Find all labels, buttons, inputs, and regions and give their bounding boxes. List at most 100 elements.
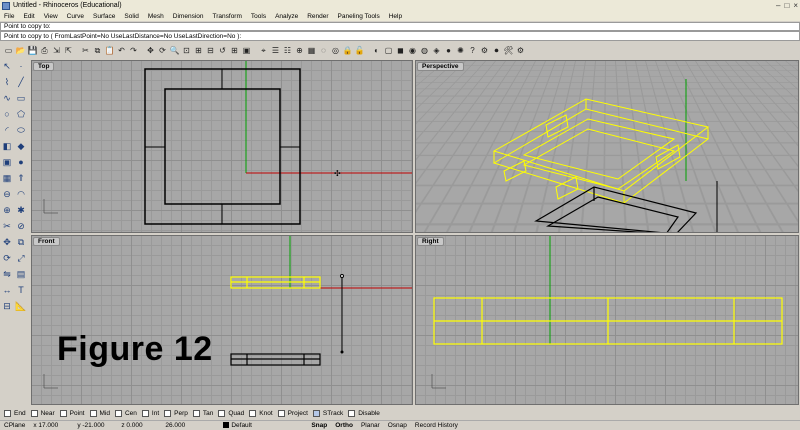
explode-icon[interactable]: ✱: [15, 204, 27, 216]
osnap-strack[interactable]: STrack: [313, 410, 343, 417]
set-view-icon[interactable]: ▣: [241, 45, 252, 56]
render-icon[interactable]: ◐: [371, 45, 382, 56]
osnap-quad[interactable]: Quad: [218, 410, 244, 417]
fillet-icon[interactable]: ◠: [15, 188, 27, 200]
viewport-top[interactable]: Top ✣: [31, 60, 413, 233]
import-icon[interactable]: ⇲: [51, 45, 62, 56]
osnap-cen[interactable]: Cen: [115, 410, 137, 417]
viewport-title-perspective[interactable]: Perspective: [417, 62, 464, 71]
sphere-icon[interactable]: ●: [15, 156, 27, 168]
osnap-toggle[interactable]: Osnap: [384, 422, 411, 429]
osnap-checkbox[interactable]: [90, 410, 97, 417]
redo-icon[interactable]: ↷: [128, 45, 139, 56]
viewport-title-front[interactable]: Front: [33, 237, 60, 246]
split-icon[interactable]: ⊘: [15, 220, 27, 232]
osnap-checkbox[interactable]: [60, 410, 67, 417]
osnap-checkbox[interactable]: [115, 410, 122, 417]
shaded-icon[interactable]: ◼: [395, 45, 406, 56]
command-prompt[interactable]: Point to copy to ( FromLastPoint=No UseL…: [0, 31, 800, 41]
mesh-icon[interactable]: ▦: [1, 172, 13, 184]
viewport-title-right[interactable]: Right: [417, 237, 444, 246]
osnap-checkbox[interactable]: [4, 410, 11, 417]
tools-icon[interactable]: 🛠: [503, 45, 514, 56]
gear-icon[interactable]: ⚙: [515, 45, 526, 56]
osnap-int[interactable]: Int: [142, 410, 159, 417]
options-icon[interactable]: ⚙: [479, 45, 490, 56]
pan-icon[interactable]: ✥: [145, 45, 156, 56]
viewport-perspective[interactable]: Perspective: [415, 60, 799, 233]
osnap-checkbox[interactable]: [164, 410, 171, 417]
menu-curve[interactable]: Curve: [67, 13, 84, 20]
menu-surface[interactable]: Surface: [93, 13, 115, 20]
lock-icon[interactable]: 🔒: [342, 45, 353, 56]
ellipse-icon[interactable]: ⬭: [15, 124, 27, 136]
print-icon[interactable]: ⎙: [39, 45, 50, 56]
circle-icon[interactable]: ○: [1, 108, 13, 120]
osnap-checkbox[interactable]: [249, 410, 256, 417]
osnap-checkbox[interactable]: [348, 410, 355, 417]
osnap-checkbox[interactable]: [313, 410, 320, 417]
rotate-view-icon[interactable]: ⟳: [157, 45, 168, 56]
box-icon[interactable]: ▣: [1, 156, 13, 168]
object-snap-icon[interactable]: ⊕: [294, 45, 305, 56]
menu-file[interactable]: File: [4, 13, 14, 20]
cut-icon[interactable]: ✂: [80, 45, 91, 56]
paste-icon[interactable]: 📋: [104, 45, 115, 56]
osnap-knot[interactable]: Knot: [249, 410, 272, 417]
viewport-front[interactable]: Front: [31, 235, 413, 405]
layer-icon[interactable]: ☰: [270, 45, 281, 56]
osnap-disable[interactable]: Disable: [348, 410, 380, 417]
material-icon[interactable]: ●: [443, 45, 454, 56]
menu-transform[interactable]: Transform: [213, 13, 242, 20]
wireframe-icon[interactable]: ▢: [383, 45, 394, 56]
osnap-checkbox[interactable]: [278, 410, 285, 417]
menu-edit[interactable]: Edit: [23, 13, 34, 20]
osnap-tan[interactable]: Tan: [193, 410, 213, 417]
help-icon[interactable]: ?: [467, 45, 478, 56]
array-icon[interactable]: ▤: [15, 268, 27, 280]
zoom-selected-icon[interactable]: ⊟: [205, 45, 216, 56]
record-history-toggle[interactable]: Record History: [411, 422, 462, 429]
close-icon[interactable]: ×: [793, 1, 798, 10]
new-icon[interactable]: ▭: [3, 45, 14, 56]
export-icon[interactable]: ⇱: [63, 45, 74, 56]
record-icon[interactable]: ⏺: [491, 45, 502, 56]
join-icon[interactable]: ⊕: [1, 204, 13, 216]
osnap-checkbox[interactable]: [142, 410, 149, 417]
group-icon[interactable]: ⊟: [1, 300, 13, 312]
line-icon[interactable]: ╱: [15, 76, 27, 88]
zoom-extents-icon[interactable]: ⊞: [193, 45, 204, 56]
zoom-icon[interactable]: 🔍: [169, 45, 180, 56]
menu-solid[interactable]: Solid: [124, 13, 138, 20]
osnap-perp[interactable]: Perp: [164, 410, 188, 417]
copy-icon[interactable]: ⧉: [92, 45, 103, 56]
mirror-icon[interactable]: ⇋: [1, 268, 13, 280]
text-icon[interactable]: T: [15, 284, 27, 296]
extrude-icon[interactable]: ⇑: [15, 172, 27, 184]
undo-view-icon[interactable]: ↺: [217, 45, 228, 56]
undo-icon[interactable]: ↶: [116, 45, 127, 56]
analyze-icon[interactable]: 📐: [15, 300, 27, 312]
menu-help[interactable]: Help: [389, 13, 402, 20]
show-icon[interactable]: ◎: [330, 45, 341, 56]
cplane-icon[interactable]: ⌖: [258, 45, 269, 56]
save-icon[interactable]: 💾: [27, 45, 38, 56]
polygon-icon[interactable]: ⬠: [15, 108, 27, 120]
ortho-toggle[interactable]: Ortho: [331, 422, 357, 429]
rectangle-icon[interactable]: ▭: [15, 92, 27, 104]
point-icon[interactable]: ·: [15, 60, 27, 72]
menu-mesh[interactable]: Mesh: [148, 13, 164, 20]
viewport-title-top[interactable]: Top: [33, 62, 54, 71]
surface-icon[interactable]: ◧: [1, 140, 13, 152]
hide-icon[interactable]: ◌: [318, 45, 329, 56]
trim-icon[interactable]: ✂: [1, 220, 13, 232]
dimension-icon[interactable]: ↔: [1, 284, 13, 296]
select-all-icon[interactable]: ▦: [306, 45, 317, 56]
boolean-icon[interactable]: ⊖: [1, 188, 13, 200]
osnap-near[interactable]: Near: [31, 410, 55, 417]
planar-toggle[interactable]: Planar: [357, 422, 384, 429]
menu-tools[interactable]: Tools: [251, 13, 266, 20]
maximize-icon[interactable]: □: [784, 1, 789, 10]
ghosted-icon[interactable]: ◍: [419, 45, 430, 56]
osnap-checkbox[interactable]: [31, 410, 38, 417]
